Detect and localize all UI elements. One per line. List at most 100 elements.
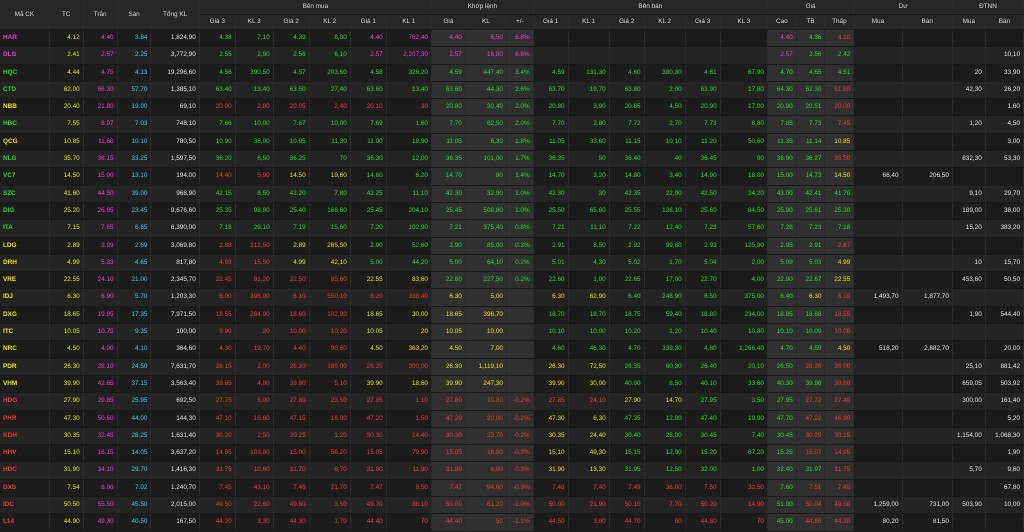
table-row[interactable]: SZC 41.60 44.50 39.00 968,90 42.15 8,50 42.20 7,… xyxy=(0,185,1024,203)
value-cell: 26.15 xyxy=(199,358,236,376)
value-cell: 25,10 xyxy=(952,358,986,376)
value-cell: 44.20 xyxy=(199,513,236,532)
value-cell: 1,20 xyxy=(309,427,351,446)
subcol-12[interactable]: KL 2 xyxy=(644,14,686,30)
subcol-5[interactable]: KL 1 xyxy=(386,14,432,30)
subcol-18[interactable]: Mua xyxy=(853,14,903,30)
value-cell: 64.30 xyxy=(767,81,797,100)
col-tong-kl[interactable]: Tổng KL xyxy=(150,0,200,30)
table-row[interactable]: DLG 2.41 2.57 2.25 3,772,90 2.55 2,90 2.56 6,10 2… xyxy=(0,46,1024,65)
table-row[interactable]: PHR 47.30 50.60 44.00 144,30 47.10 16,60 47.15 1… xyxy=(0,410,1024,428)
value-cell xyxy=(902,81,953,100)
table-row[interactable]: QCG 10.85 11.60 10.10 780,50 10.90 36,00 10.95 1… xyxy=(0,133,1024,152)
table-row[interactable]: VRE 22.55 24.10 21.00 2,345,70 22.45 91,20 22.5… xyxy=(0,271,1024,290)
subcol-7[interactable]: KL xyxy=(465,14,507,30)
value-cell xyxy=(853,392,903,411)
value-cell: 1,259,00 xyxy=(853,496,903,515)
subcol-2[interactable]: Giá 2 xyxy=(273,14,310,30)
subcol-9[interactable]: Giá 1 xyxy=(533,14,569,30)
subcol-13[interactable]: Giá 3 xyxy=(685,14,721,30)
table-row[interactable]: LDG 2.89 3.09 2.69 3,069,80 2.88 212,50 2.89 265… xyxy=(0,237,1024,255)
value-cell: 32.40 xyxy=(767,461,797,480)
ceiling-price-cell: 26.95 xyxy=(83,202,118,221)
value-cell xyxy=(902,427,953,446)
ceiling-price-cell: 29.85 xyxy=(83,392,118,411)
table-row[interactable]: ITC 10.05 10.75 9.35 100,00 9.90 20 10.00 10,20 1… xyxy=(0,323,1024,342)
subcol-21[interactable]: Bán xyxy=(985,14,1024,30)
value-cell: 18.68 xyxy=(796,306,826,325)
table-row[interactable]: HDC 31.90 34.10 29.70 1,416,30 31.75 10,60 31.7… xyxy=(0,461,1024,480)
col-ma-ck[interactable]: Mã CK xyxy=(0,0,50,30)
table-row[interactable]: IDJ 6.30 6.90 5.70 1,203,30 6.00 396,00 6.10 550… xyxy=(0,288,1024,307)
value-cell xyxy=(853,358,903,376)
subcol-15[interactable]: Cao xyxy=(767,14,797,30)
value-cell: 63.70 xyxy=(533,81,569,100)
ceiling-price-cell: 19.95 xyxy=(83,306,118,325)
value-cell: 14,90 xyxy=(720,496,768,515)
value-cell: 16,80 xyxy=(465,46,507,65)
table-row[interactable]: NLG 35.70 38.15 33.25 1,597,50 36.20 6,50 36.25… xyxy=(0,150,1024,169)
value-cell: 4.59 xyxy=(431,64,466,82)
group-ben-mua: Bên mua xyxy=(199,0,432,15)
value-cell: 30.25 xyxy=(273,427,310,446)
subcol-10[interactable]: KL 1 xyxy=(568,14,610,30)
value-cell: 33,60 xyxy=(568,133,610,152)
table-row[interactable]: PDR 26.30 28.10 24.50 7,631,70 26.15 2,00 26.20… xyxy=(0,358,1024,376)
subcol-11[interactable]: Giá 2 xyxy=(609,14,645,30)
value-cell: 881,42 xyxy=(985,358,1024,376)
value-cell: 31.75 xyxy=(199,461,236,480)
subcol-1[interactable]: KL 3 xyxy=(235,14,274,30)
value-cell: 1,154,00 xyxy=(952,427,986,446)
table-row[interactable]: DXG 18.65 19.95 17.35 7,971,50 18.55 264,90 18.… xyxy=(0,306,1024,325)
value-cell: 22.65 xyxy=(609,271,645,290)
table-row[interactable]: VC7 14.50 15.90 13.10 194,00 14.40 5,90 14.50 19… xyxy=(0,167,1024,186)
subcol-16[interactable]: TB xyxy=(796,14,826,30)
value-cell: 10,80 xyxy=(465,392,507,411)
table-row[interactable]: DRH 4.99 5.33 4.65 817,80 4.98 15,50 4.99 42,10 5… xyxy=(0,254,1024,273)
table-row[interactable]: KDH 30.35 32.45 28.25 1,631,40 30.20 2,50 30.25… xyxy=(0,427,1024,446)
value-cell xyxy=(902,306,953,325)
subcol-17[interactable]: Thấp xyxy=(824,14,855,30)
value-cell: 7.47 xyxy=(350,479,387,498)
value-cell: 44.40 xyxy=(431,513,466,532)
subcol-20[interactable]: Mua xyxy=(952,14,986,30)
table-row[interactable]: HAR 4.12 4.40 3.84 1,824,90 4.38 7,10 4.39 8,00 4… xyxy=(0,29,1024,48)
value-cell: 18,00 xyxy=(720,167,768,186)
value-cell: 10.95 xyxy=(273,133,310,152)
value-cell: 9,10 xyxy=(952,185,986,203)
symbol-cell: HQC xyxy=(0,64,50,82)
subcol-19[interactable]: Bán xyxy=(902,14,953,30)
subcol-14[interactable]: KL 3 xyxy=(720,14,768,30)
value-cell: 6,30 xyxy=(465,133,507,152)
table-row[interactable]: NBB 20.40 21.80 19.00 69,10 20.00 2,80 20.05 2,4… xyxy=(0,98,1024,117)
table-row[interactable]: DXS 7.54 8.06 7.02 1,240,70 7.45 43,10 7.46 21,7… xyxy=(0,479,1024,498)
value-cell: 40.00 xyxy=(609,375,645,394)
table-row[interactable]: VHM 39.90 42.65 37.15 3,563,40 39.85 4,80 39.80… xyxy=(0,375,1024,394)
col-tc[interactable]: TC xyxy=(49,0,84,30)
table-row[interactable]: HHV 15.10 16.15 14.05 3,637,20 14.95 103,80 15.… xyxy=(0,444,1024,463)
col-tran[interactable]: Trần xyxy=(83,0,118,30)
subcol-3[interactable]: KL 2 xyxy=(309,14,351,30)
floor-price-cell: 4.65 xyxy=(117,254,152,273)
subcol-0[interactable]: Giá 3 xyxy=(199,14,236,30)
value-cell: 29,70 xyxy=(985,185,1024,203)
subcol-8[interactable]: +/- xyxy=(506,14,534,30)
table-row[interactable]: L14 44.90 49.30 40.50 167,50 44.20 3,30 44.30 1,… xyxy=(0,513,1024,532)
table-row[interactable]: NRC 4.50 4.90 4.10 364,60 4.30 19,70 4.40 90,60 4… xyxy=(0,340,1024,359)
subcol-6[interactable]: Giá xyxy=(431,14,466,30)
value-cell: 7.73 xyxy=(685,115,721,134)
value-cell: 47.20 xyxy=(350,410,387,428)
table-row[interactable]: HBC 7.55 8.07 7.03 748,10 7.66 10,00 7.67 10,00 7… xyxy=(0,115,1024,134)
table-row[interactable]: DIG 25.20 26.95 23.45 9,676,60 25.35 98,80 25.4… xyxy=(0,202,1024,221)
value-cell: 15.10 xyxy=(533,444,569,463)
symbol-cell: ITA xyxy=(0,219,50,238)
value-cell: 453,60 xyxy=(952,271,986,290)
table-row[interactable]: CTD 62.00 66.30 57.70 1,385,10 63.40 13,40 63.5… xyxy=(0,81,1024,100)
table-row[interactable]: IDC 50.50 55.50 45.50 2,015,00 49.50 22,60 49.6… xyxy=(0,496,1024,515)
table-row[interactable]: HDG 27.90 29.85 25.95 692,50 27.75 6,00 27.80 23… xyxy=(0,392,1024,411)
table-row[interactable]: HQC 4.44 4.75 4.13 19,296,60 4.56 390,50 4.57 20… xyxy=(0,64,1024,82)
col-san[interactable]: Sàn xyxy=(117,0,152,30)
subcol-4[interactable]: Giá 1 xyxy=(350,14,387,30)
table-row[interactable]: ITA 7.15 7.65 6.65 6,390,00 7.18 29,10 7.19 15,6… xyxy=(0,219,1024,238)
value-cell: 81,50 xyxy=(902,513,953,532)
